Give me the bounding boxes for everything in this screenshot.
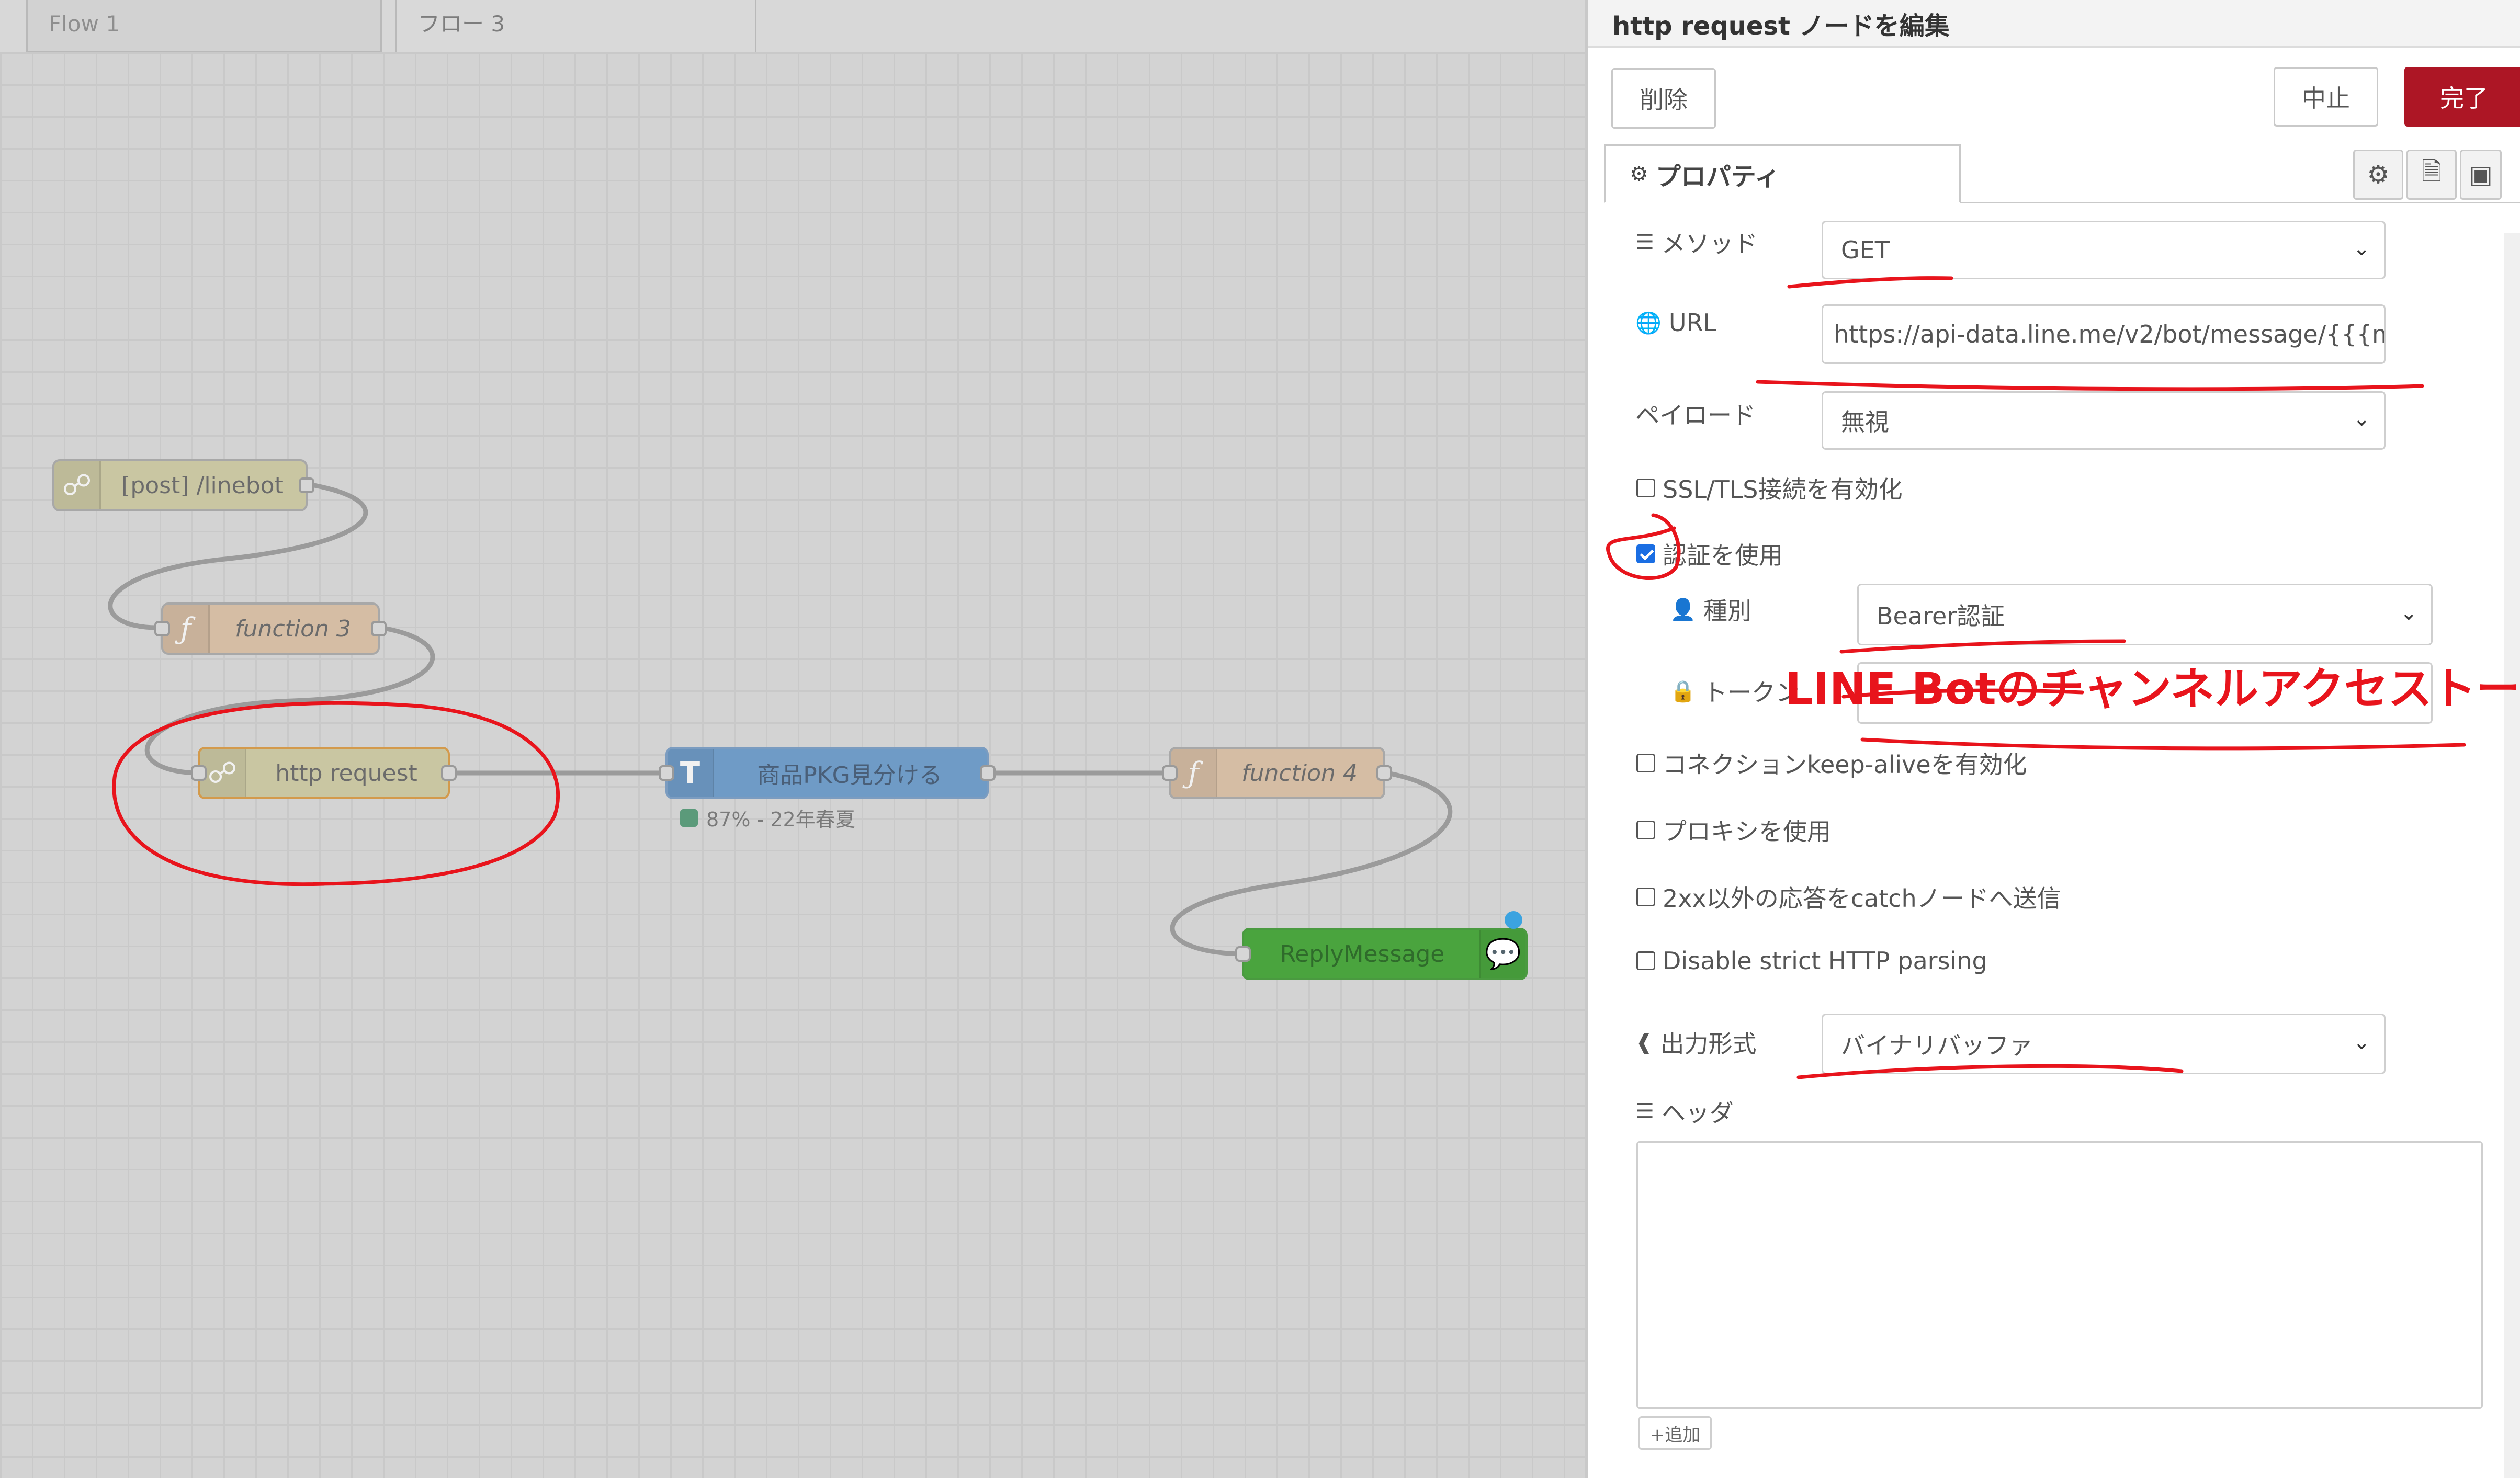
- ssl-checkbox[interactable]: SSL/TLS接続を有効化: [1636, 471, 1902, 505]
- globe-icon: 🌐: [1635, 311, 1662, 335]
- arrow-left-icon: ❰: [1635, 1030, 1653, 1054]
- payload-label: ペイロード: [1635, 401, 1756, 429]
- headers-list[interactable]: [1636, 1141, 2483, 1409]
- frame-icon: ▣: [2469, 160, 2493, 189]
- checkbox-box[interactable]: [1636, 544, 1655, 563]
- node-input-port[interactable]: [1235, 946, 1251, 962]
- function-icon: ƒ: [163, 605, 210, 653]
- node-output-port[interactable]: [1376, 765, 1392, 781]
- tray-scrollbar[interactable]: [2504, 233, 2520, 1478]
- delete-button[interactable]: 削除: [1611, 68, 1716, 129]
- use-auth-checkbox[interactable]: 認証を使用: [1636, 537, 1783, 571]
- token-label: 🔒 トークン: [1670, 678, 1800, 707]
- node-classify-package[interactable]: T 商品PKG見分ける: [659, 747, 996, 799]
- output-label: ❰ 出力形式: [1635, 1030, 1757, 1058]
- node-post-linebot[interactable]: ☍ [post] /linebot: [52, 459, 314, 511]
- auth-type-label: 👤 種別: [1670, 597, 1751, 625]
- node-reply-message[interactable]: ReplyMessage 💬: [1235, 928, 1528, 980]
- user-secret-icon: 👤: [1670, 597, 1696, 622]
- node-changed-indicator: [1505, 911, 1522, 929]
- node-function-4[interactable]: ƒ function 4: [1162, 747, 1392, 799]
- chevron-down-icon: ⌄: [2353, 236, 2370, 260]
- node-label: function 3: [235, 615, 351, 642]
- node-label: 商品PKG見分ける: [757, 762, 942, 789]
- tab-properties[interactable]: ⚙ プロパティ: [1604, 144, 1961, 203]
- checkbox-box[interactable]: [1636, 821, 1655, 839]
- annotation-text: LINE Botのチャンネルアクセストーク: [1785, 663, 2520, 714]
- document-icon: 🗎: [2421, 156, 2442, 186]
- output-select[interactable]: バイナリバッファ ⌄: [1822, 1014, 2386, 1074]
- appearance-tab-button[interactable]: ▣: [2460, 150, 2502, 200]
- function-icon: ƒ: [1171, 749, 1217, 797]
- node-status: 87% - 22年春夏: [680, 803, 855, 832]
- node-output-port[interactable]: [371, 621, 387, 636]
- payload-select[interactable]: 無視 ⌄: [1822, 391, 2386, 450]
- node-output-port[interactable]: [299, 477, 314, 493]
- tasks-icon: ☰: [1635, 230, 1654, 254]
- cancel-button[interactable]: 中止: [2274, 67, 2378, 127]
- node-output-port[interactable]: [980, 765, 996, 781]
- globe-icon: ☍: [200, 749, 246, 797]
- node-input-port[interactable]: [1162, 765, 1178, 781]
- checkbox-box[interactable]: [1636, 754, 1655, 772]
- method-label: ☰ メソッド: [1635, 230, 1758, 258]
- node-label: [post] /linebot: [121, 472, 284, 499]
- node-input-port[interactable]: [659, 765, 674, 781]
- globe-icon: ☍: [54, 461, 101, 509]
- catch-non-2xx-checkbox[interactable]: 2xx以外の応答をcatchノードへ送信: [1636, 880, 2061, 914]
- keepalive-checkbox[interactable]: コネクションkeep-aliveを有効化: [1636, 746, 2027, 780]
- url-input[interactable]: https://api-data.line.me/v2/bot/message/…: [1822, 304, 2386, 364]
- done-button[interactable]: 完了: [2404, 67, 2520, 127]
- add-header-button[interactable]: +追加: [1638, 1416, 1712, 1450]
- lock-icon: 🔒: [1670, 679, 1696, 703]
- node-label: function 4: [1241, 759, 1358, 787]
- tab-properties-label: プロパティ: [1655, 162, 1780, 191]
- chevron-down-icon: ⌄: [2353, 1030, 2370, 1054]
- tray-title: http request ノードを編集: [1612, 12, 1950, 41]
- checkbox-box[interactable]: [1636, 951, 1655, 970]
- flow-wires: [108, 482, 1453, 957]
- node-http-request[interactable]: ☍ http request: [191, 747, 457, 799]
- edit-tray: http request ノードを編集 削除 中止 完了 ⚙ プロパティ ⚙ 🗎…: [1585, 0, 2520, 1478]
- checkbox-box[interactable]: [1636, 888, 1655, 906]
- chevron-down-icon: ⌄: [2400, 601, 2417, 625]
- method-select[interactable]: GET ⌄: [1822, 221, 2386, 279]
- node-function-3[interactable]: ƒ function 3: [154, 602, 387, 655]
- node-input-port[interactable]: [191, 765, 207, 781]
- auth-type-select[interactable]: Bearer認証 ⌄: [1857, 584, 2433, 645]
- tray-tabs: ⚙ プロパティ ⚙ 🗎 ▣: [1604, 144, 2520, 203]
- proxy-checkbox[interactable]: プロキシを使用: [1636, 813, 1831, 847]
- settings-tab-button[interactable]: ⚙: [2353, 150, 2403, 200]
- chevron-down-icon: ⌄: [2353, 407, 2370, 431]
- tray-header: http request ノードを編集: [1588, 0, 2520, 48]
- description-tab-button[interactable]: 🗎: [2406, 150, 2457, 200]
- headers-label: ☰ ヘッダ: [1635, 1099, 1734, 1127]
- checkbox-box[interactable]: [1636, 479, 1655, 497]
- tensorflow-icon: T: [668, 749, 714, 797]
- gear-icon: ⚙: [1630, 162, 1648, 186]
- strict-parsing-checkbox[interactable]: Disable strict HTTP parsing: [1636, 947, 1987, 975]
- node-output-port[interactable]: [441, 765, 457, 781]
- status-dot-icon: [680, 809, 698, 827]
- node-input-port[interactable]: [154, 621, 170, 636]
- node-label: http request: [275, 759, 417, 787]
- status-text: 87% - 22年春夏: [706, 808, 855, 831]
- url-label: 🌐 URL: [1635, 309, 1717, 337]
- wire-function4-to-reply: [1170, 770, 1453, 957]
- flow-workspace: Flow 1 フロー 3 ☍ [post] /linebot ƒ functio…: [0, 0, 1585, 1478]
- list-icon: ☰: [1635, 1099, 1654, 1123]
- node-label: ReplyMessage: [1280, 940, 1445, 968]
- chat-bubble-icon: 💬: [1479, 930, 1525, 978]
- gear-icon: ⚙: [2367, 160, 2390, 189]
